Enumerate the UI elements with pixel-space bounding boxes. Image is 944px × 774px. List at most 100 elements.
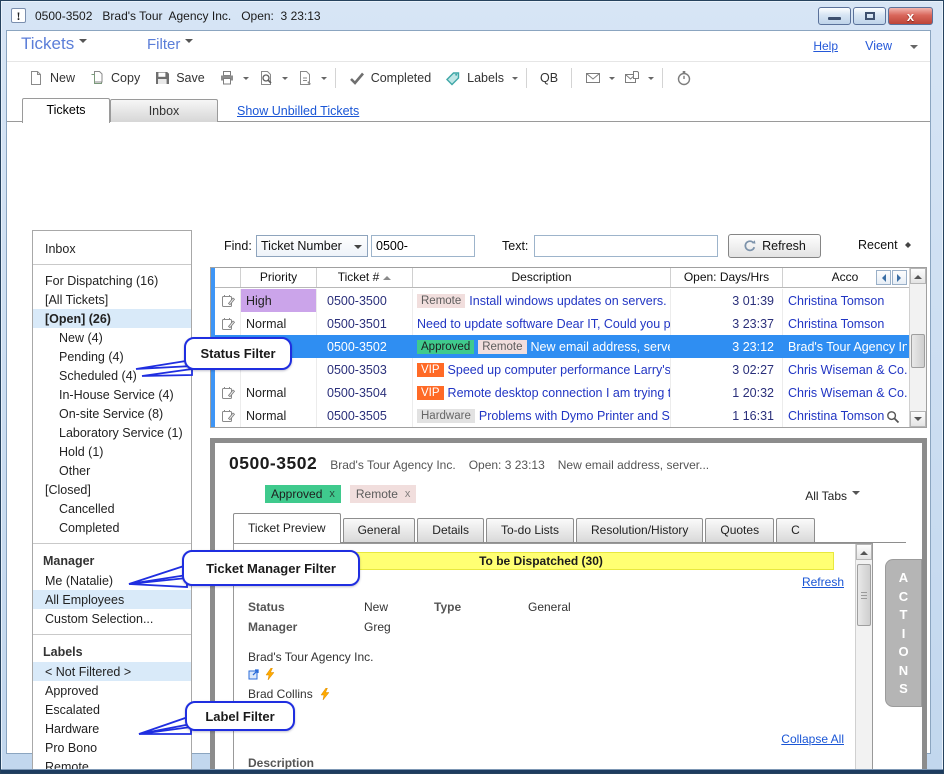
detail-tab-ticket-preview[interactable]: Ticket Preview [233,513,341,543]
scroll-down-button[interactable] [910,411,926,427]
close-button[interactable]: x [888,7,933,25]
contact-name[interactable]: Brad Collins [248,687,313,701]
label-item-pro-bono[interactable]: Pro Bono [33,738,191,757]
sidebar-item-on-site-service-8[interactable]: On-site Service (8) [33,404,191,423]
help-link[interactable]: Help [813,39,838,53]
sidebar-item-new-4[interactable]: New (4) [33,328,191,347]
scroll-thumb[interactable] [911,334,925,368]
detail-tab-quotes[interactable]: Quotes [705,518,774,542]
sidebar-item-for-dispatching-16[interactable]: For Dispatching (16) [33,271,191,290]
email-button[interactable] [578,66,608,90]
sidebar-item-other[interactable]: Other [33,461,191,480]
quick-action-bolt-icon[interactable] [319,688,331,700]
sidebar-item-open-26[interactable]: [Open] (26) [33,309,191,328]
quick-action-bolt-icon[interactable] [264,668,276,680]
preview-dropdown-caret[interactable] [282,77,288,83]
tab-inbox[interactable]: Inbox [110,99,218,123]
open-account-icon[interactable] [248,668,260,680]
label-item-approved[interactable]: Approved [33,681,191,700]
detail-tab-resolution-history[interactable]: Resolution/History [576,518,703,542]
email-pdf-dropdown-caret[interactable] [648,77,654,83]
print-dropdown-caret[interactable] [243,77,249,83]
column-header-description[interactable]: Description [413,268,671,287]
recent-dropdown[interactable]: Recent [858,238,911,252]
completed-button[interactable]: Completed [342,66,438,90]
tickets-menu[interactable]: Tickets [21,34,87,54]
maximize-button[interactable] [853,7,886,25]
title-bar: ! 0500-3502 Brad's Tour Agency Inc. Open… [1,1,943,30]
remove-label-icon[interactable]: x [405,488,411,500]
callout-tail [125,562,189,592]
sidebar-item-in-house-service-4[interactable]: In-House Service (4) [33,385,191,404]
sidebar-item-hold-1[interactable]: Hold (1) [33,442,191,461]
ticket-row-0500-3503[interactable]: 0500-3503 VIPSpeed up computer performan… [215,358,909,381]
scroll-up-button[interactable] [910,268,926,284]
actions-side-tab[interactable]: ACTIONS [885,559,922,707]
refresh-button[interactable]: Refresh [728,234,821,258]
collapse-all-link[interactable]: Collapse All [781,732,844,746]
refresh-icon [743,239,757,253]
column-header-icon[interactable] [215,268,241,287]
export-pdf-button[interactable] [290,66,320,90]
manager-item-custom-selection[interactable]: Custom Selection... [33,609,191,628]
save-button[interactable]: Save [147,66,212,90]
ticket-row-0500-3500[interactable]: High 0500-3500 RemoteInstall windows upd… [215,289,909,312]
all-tabs-dropdown[interactable]: All Tabs [805,489,860,503]
sidebar-item-closed[interactable]: [Closed] [33,480,191,499]
new-label: New [50,71,75,85]
scroll-up-button[interactable] [856,544,872,560]
column-header-ticket[interactable]: Ticket # [317,268,413,287]
tab-tickets[interactable]: Tickets [22,98,110,123]
ticket-row-0500-3504[interactable]: Normal 0500-3504 VIPRemote desktop conne… [215,381,909,404]
ticket-label-chip-approved[interactable]: Approvedx [265,485,341,503]
ticket-row-0500-3501[interactable]: Normal 0500-3501 Need to update software… [215,312,909,335]
print-button[interactable] [212,66,242,90]
remove-label-icon[interactable]: x [329,488,335,500]
detail-tab-general[interactable]: General [343,518,416,542]
manager-item-all-employees[interactable]: All Employees [33,590,191,609]
scroll-columns-left-button[interactable] [876,270,891,285]
email-dropdown-caret[interactable] [609,77,615,83]
detail-tab-c[interactable]: C [776,518,815,542]
copy-button[interactable]: Copy [82,66,147,90]
ticket-row-0500-3502[interactable]: 0500-3502 ApprovedRemoteNew email addres… [215,335,909,358]
label-item-not-filtered[interactable]: < Not Filtered > [33,662,191,681]
scroll-columns-right-button[interactable] [892,270,907,285]
search-icon[interactable] [886,410,900,424]
sidebar-item-all-tickets[interactable]: [All Tickets] [33,290,191,309]
open-days-cell: 1 20:32 [671,381,783,404]
sidebar-item-laboratory-service-1[interactable]: Laboratory Service (1) [33,423,191,442]
filter-menu[interactable]: Filter [147,36,193,53]
list-vertical-scrollbar[interactable] [909,268,926,427]
status-value: New [364,600,388,614]
sidebar-item-cancelled[interactable]: Cancelled [33,499,191,518]
minimize-button[interactable] [818,7,851,25]
ticket-number-input[interactable] [371,235,475,257]
labels-dropdown-caret[interactable] [512,77,518,83]
print-preview-button[interactable] [251,66,281,90]
text-search-input[interactable] [534,235,718,257]
new-button[interactable]: New [21,66,82,90]
timer-button[interactable] [669,66,699,90]
sidebar-item-inbox[interactable]: Inbox [33,239,191,258]
view-menu[interactable]: View [865,39,892,53]
account-name[interactable]: Brad's Tour Agency Inc. [248,650,373,664]
pdf-dropdown-caret[interactable] [321,77,327,83]
quickbooks-button[interactable]: QB [533,67,565,89]
find-field-selector[interactable]: Ticket Number [256,235,368,257]
ticket-label-chip-remote[interactable]: Remotex [350,485,417,503]
table-header: Priority Ticket # Description Open: Days… [215,268,909,288]
column-header-priority[interactable]: Priority [241,268,317,287]
column-header-open[interactable]: Open: Days/Hrs [671,268,783,287]
detail-tab-details[interactable]: Details [417,518,484,542]
labels-button[interactable]: Labels [438,66,511,90]
chevron-down-icon[interactable] [910,45,918,53]
refresh-link[interactable]: Refresh [802,575,844,589]
email-pdf-button[interactable] [617,66,647,90]
show-unbilled-tickets-link[interactable]: Show Unbilled Tickets [237,104,359,118]
scroll-thumb[interactable] [857,564,871,626]
detail-tab-to-do-lists[interactable]: To-do Lists [486,518,574,542]
sidebar-item-completed[interactable]: Completed [33,518,191,537]
ticket-row-0500-3505[interactable]: Normal 0500-3505 HardwareProblems with D… [215,404,909,427]
preview-vertical-scrollbar[interactable] [855,544,872,774]
